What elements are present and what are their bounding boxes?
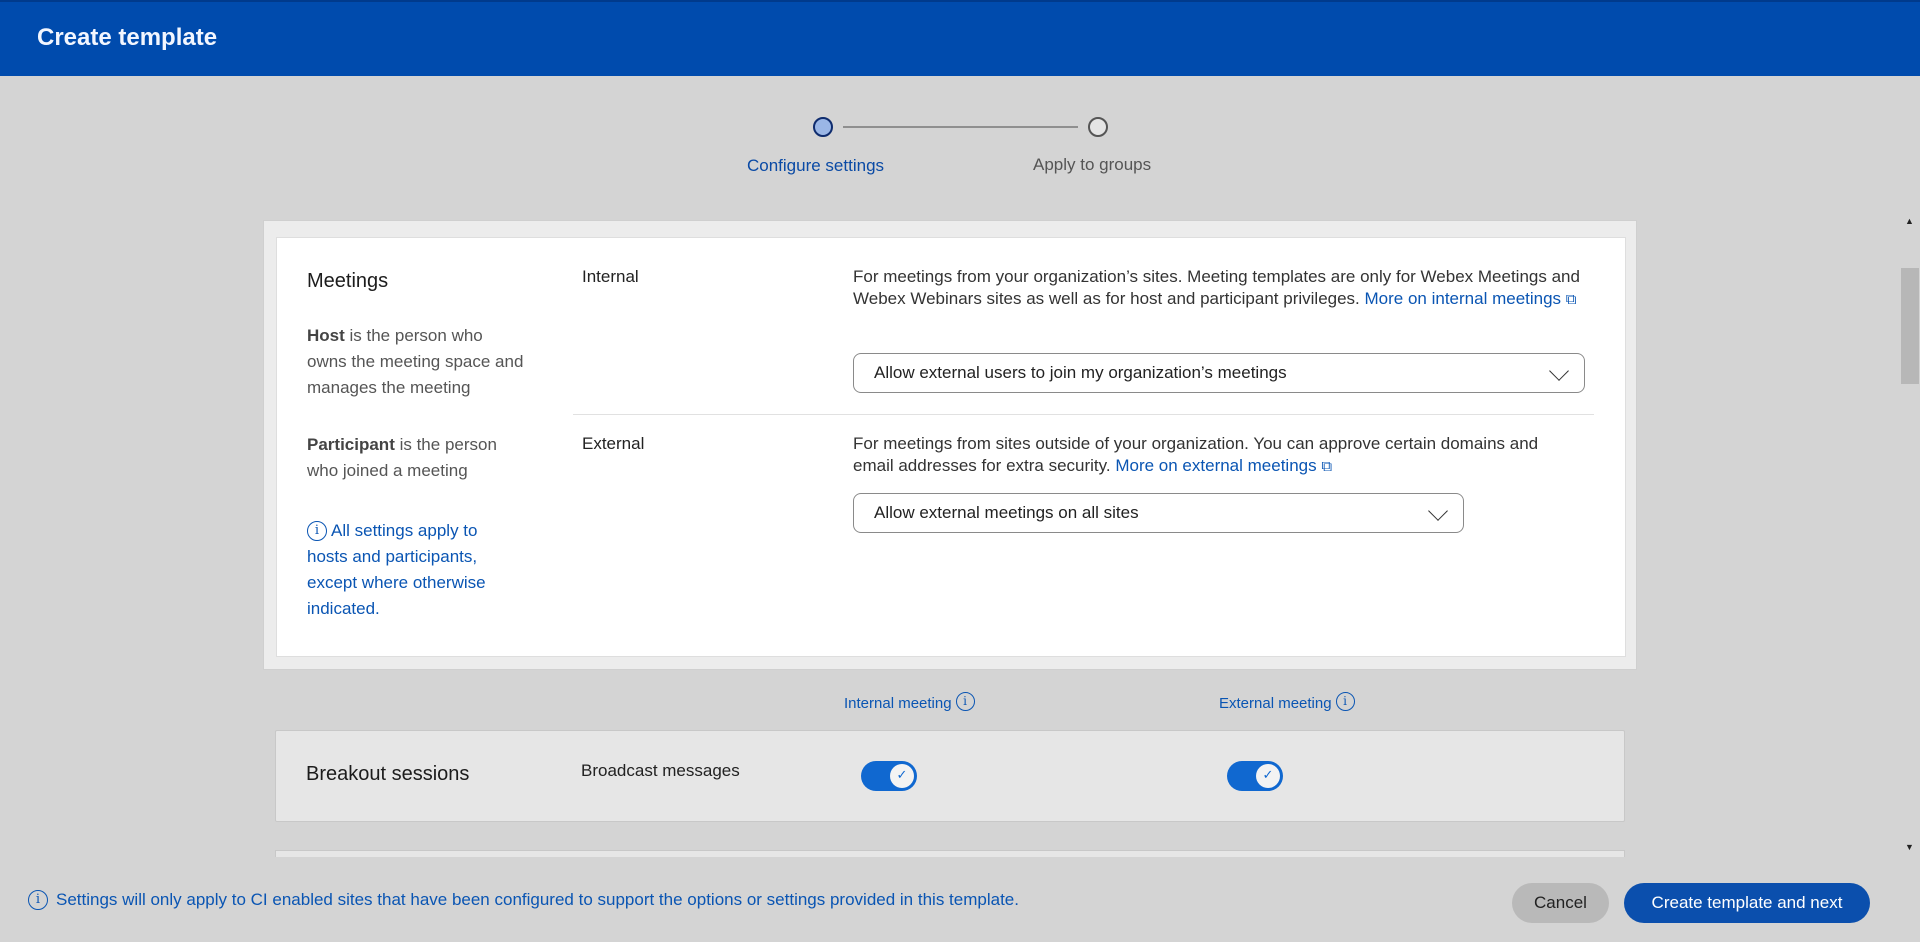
footer-note-text: Settings will only apply to CI enabled s…: [56, 890, 1019, 909]
scroll-down-arrow-icon[interactable]: ▼: [1905, 842, 1914, 852]
settings-scope-text: All settings apply to hosts and particip…: [307, 521, 486, 618]
external-link-icon: ⧉: [1565, 291, 1577, 308]
breakout-sessions-section: Breakout sessions Broadcast messages ✓ ✓: [275, 730, 1625, 822]
settings-scroll-area[interactable]: Meetings Host is the person who owns the…: [0, 212, 1900, 857]
info-icon[interactable]: i: [955, 692, 975, 711]
participant-definition: Participant is the person who joined a m…: [307, 432, 527, 484]
create-template-and-next-button[interactable]: Create template and next: [1624, 883, 1870, 923]
internal-meetings-link[interactable]: More on internal meetings: [1365, 289, 1562, 308]
info-icon: i: [307, 521, 327, 541]
scrollbar-thumb[interactable]: [1901, 268, 1919, 384]
settings-scope-note: i All settings apply to hosts and partici…: [307, 518, 517, 622]
internal-meeting-column-header: Internal meeting i: [844, 692, 979, 712]
step-1-indicator: [813, 117, 833, 137]
internal-description: For meetings from your organization’s si…: [853, 266, 1583, 311]
row-divider: [573, 414, 1594, 415]
meetings-section: Meetings Host is the person who owns the…: [263, 220, 1637, 670]
vertical-scrollbar[interactable]: ▲ ▼: [1900, 212, 1920, 857]
participant-term: Participant: [307, 435, 395, 454]
external-description: For meetings from sites outside of your …: [853, 433, 1583, 478]
external-link-icon: ⧉: [1321, 458, 1333, 475]
broadcast-messages-external-toggle[interactable]: ✓: [1227, 761, 1283, 791]
check-icon: ✓: [1256, 764, 1280, 788]
info-icon: i: [28, 890, 48, 910]
step-1-label: Configure settings: [747, 156, 885, 175]
external-access-select[interactable]: Allow external meetings on all sites: [853, 493, 1464, 533]
internal-label: Internal: [582, 267, 639, 286]
footer-bar: i Settings will only apply to CI enabled …: [0, 857, 1920, 942]
external-access-value: Allow external meetings on all sites: [874, 503, 1139, 522]
header-bar: Create template: [0, 0, 1920, 76]
host-term: Host: [307, 326, 345, 345]
external-label: External: [582, 434, 645, 453]
step-connector: [843, 126, 1078, 128]
broadcast-messages-label: Broadcast messages: [581, 761, 740, 780]
chevron-down-icon: [1428, 501, 1448, 521]
next-section-card: [275, 850, 1625, 857]
external-meeting-column-label: External meeting: [1219, 695, 1332, 712]
progress-stepper: Configure settings Apply to groups: [0, 76, 1920, 216]
breakout-sessions-title: Breakout sessions: [306, 763, 470, 785]
internal-meeting-column-label: Internal meeting: [844, 695, 952, 712]
footer-note: i Settings will only apply to CI enabled …: [28, 890, 1019, 910]
broadcast-messages-internal-toggle[interactable]: ✓: [861, 761, 917, 791]
check-icon: ✓: [890, 764, 914, 788]
meetings-card: Meetings Host is the person who owns the…: [276, 237, 1626, 657]
external-meeting-column-header: External meeting i: [1219, 692, 1359, 712]
cancel-button[interactable]: Cancel: [1512, 883, 1609, 923]
host-definition: Host is the person who owns the meeting …: [307, 323, 527, 401]
internal-access-value: Allow external users to join my organiza…: [874, 363, 1287, 382]
step-2-label: Apply to groups: [1033, 155, 1152, 174]
step-2-indicator: [1088, 117, 1108, 137]
info-icon[interactable]: i: [1335, 692, 1355, 711]
page-title: Create template: [37, 24, 218, 51]
meetings-title: Meetings: [307, 270, 389, 292]
internal-access-select[interactable]: Allow external users to join my organiza…: [853, 353, 1585, 393]
scroll-up-arrow-icon[interactable]: ▲: [1905, 216, 1914, 226]
chevron-down-icon: [1549, 361, 1569, 381]
external-meetings-link[interactable]: More on external meetings: [1115, 456, 1316, 475]
